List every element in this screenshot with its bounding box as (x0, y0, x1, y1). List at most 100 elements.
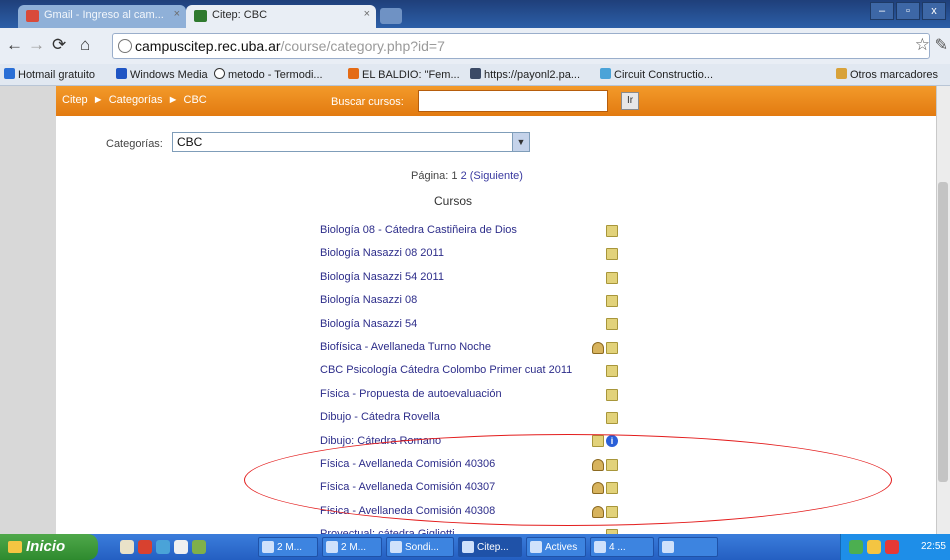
course-link[interactable]: Biología 08 - Cátedra Castiñeira de Dios (320, 224, 517, 236)
new-tab-button[interactable] (380, 8, 402, 24)
scrollbar-thumb[interactable] (938, 182, 948, 482)
reload-icon[interactable]: ⟳ (52, 35, 66, 55)
pagination: Página: 1 2 (Siguiente) (411, 170, 523, 182)
summary-icon[interactable] (606, 412, 618, 425)
globe-icon (118, 39, 132, 53)
tray-icon[interactable] (867, 540, 881, 554)
summary-icon[interactable] (606, 224, 618, 237)
windows-taskbar: Inicio 2 M... 2 M... Sondi... Citep... A… (0, 534, 950, 560)
start-label: Inicio (26, 538, 66, 555)
bookmark-item[interactable]: metodo - Termodi... (214, 68, 323, 81)
course-icons (604, 317, 618, 331)
course-link[interactable]: CBC Psicología Cátedra Colombo Primer cu… (320, 364, 572, 376)
course-search-input[interactable] (418, 90, 608, 112)
window-icon (390, 541, 402, 553)
system-tray: 22:55 (840, 534, 950, 560)
bookmark-star-icon[interactable]: ☆ (915, 35, 930, 55)
tab-gmail[interactable]: Gmail - Ingreso al cam... × (18, 5, 186, 28)
quicklaunch-icon[interactable] (120, 540, 134, 554)
other-bookmarks[interactable]: Otros marcadores (836, 68, 938, 81)
breadcrumb-separator-icon: ► (92, 94, 104, 106)
bookmark-item[interactable]: Circuit Constructio... (600, 68, 713, 81)
course-link[interactable]: Dibujo - Cátedra Rovella (320, 411, 440, 423)
site-icon (470, 68, 481, 79)
summary-icon[interactable] (606, 248, 618, 261)
close-icon[interactable]: × (364, 8, 370, 20)
start-button[interactable]: Inicio (0, 534, 98, 560)
page-current: 1 (451, 170, 458, 182)
course-link[interactable]: Física - Propuesta de autoevaluación (320, 388, 502, 400)
quicklaunch-icon[interactable] (192, 540, 206, 554)
course-icons (604, 270, 618, 284)
taskbar-item[interactable] (658, 537, 718, 557)
bookmark-item[interactable]: https://payonl2.pa... (470, 68, 580, 81)
category-label: Categorías: (106, 138, 163, 150)
taskbar-item[interactable]: 2 M... (258, 537, 318, 557)
tab-title: Citep: CBC (212, 9, 268, 21)
next-page-link[interactable]: (Siguiente) (470, 170, 523, 182)
taskbar-item[interactable]: 4 ... (590, 537, 654, 557)
course-icons (590, 340, 618, 354)
summary-icon[interactable] (606, 295, 618, 308)
course-link[interactable]: Biología Nasazzi 54 2011 (320, 271, 444, 283)
quicklaunch-icon[interactable] (174, 540, 188, 554)
summary-icon[interactable] (606, 341, 618, 354)
back-icon[interactable]: ← (6, 35, 23, 55)
course-icons (604, 410, 618, 425)
category-select[interactable]: CBC ▼ (172, 132, 530, 152)
msn-icon (4, 68, 15, 79)
annotation-ellipse (244, 434, 892, 526)
chrome-icon (462, 541, 474, 553)
breadcrumb-citep[interactable]: Citep (62, 94, 88, 106)
window-icon (262, 541, 274, 553)
scrollbar[interactable] (936, 86, 950, 534)
search-go-button[interactable]: Ir (621, 92, 639, 110)
course-link[interactable]: Biofísica - Avellaneda Turno Noche (320, 341, 491, 353)
courses-heading: Cursos (434, 194, 473, 208)
summary-icon[interactable] (606, 365, 618, 378)
browser-tab-strip: Gmail - Ingreso al cam... × Citep: CBC ×… (0, 0, 950, 28)
course-link[interactable]: Biología Nasazzi 08 (320, 294, 417, 306)
bookmark-item[interactable]: Hotmail gratuito (4, 68, 95, 81)
tray-icon[interactable] (885, 540, 899, 554)
course-link[interactable]: Biología Nasazzi 08 2011 (320, 247, 444, 259)
summary-icon[interactable] (606, 271, 618, 284)
forward-icon[interactable]: → (28, 35, 45, 55)
quicklaunch-icon[interactable] (156, 540, 170, 554)
taskbar-item[interactable]: 2 M... (322, 537, 382, 557)
maximize-button[interactable]: ▫ (896, 2, 920, 20)
summary-icon[interactable] (606, 318, 618, 331)
page-link-2[interactable]: 2 (461, 170, 467, 182)
window-icon (530, 541, 542, 553)
course-icons (604, 363, 618, 378)
guest-access-icon[interactable] (592, 341, 604, 354)
tray-icon[interactable] (849, 540, 863, 554)
chevron-down-icon[interactable]: ▼ (512, 133, 529, 151)
site-icon (600, 68, 611, 79)
citep-favicon-icon (194, 10, 207, 22)
taskbar-item[interactable]: Sondi... (386, 537, 454, 557)
site-navbar: Citep ► Categorías ► CBC Buscar cursos: … (56, 86, 936, 116)
taskbar-item-active[interactable]: Citep... (458, 537, 522, 557)
minimize-button[interactable]: – (870, 2, 894, 20)
home-icon[interactable]: ⌂ (80, 35, 90, 55)
breadcrumb-cbc: CBC (183, 94, 207, 106)
gmail-icon (26, 10, 39, 22)
course-icons (604, 223, 618, 237)
breadcrumb-categories[interactable]: Categorías (109, 94, 163, 106)
summary-icon[interactable] (606, 388, 618, 401)
window-icon (326, 541, 338, 553)
page-margin-left (0, 86, 56, 534)
course-link[interactable]: Biología Nasazzi 54 (320, 318, 417, 330)
address-bar[interactable]: campuscitep.rec.uba.ar/course/category.p… (112, 33, 930, 59)
wrench-icon[interactable]: ✎ (935, 35, 948, 55)
tab-citep[interactable]: Citep: CBC × (186, 5, 376, 28)
bookmark-item[interactable]: Windows Media (116, 68, 208, 81)
close-icon[interactable]: × (174, 8, 180, 20)
window-icon (662, 541, 674, 553)
close-window-button[interactable]: x (922, 2, 946, 20)
quicklaunch-icon[interactable] (138, 540, 152, 554)
bookmark-item[interactable]: EL BALDIO: "Fem... (348, 68, 460, 81)
search-label: Buscar cursos: (331, 96, 404, 108)
taskbar-item[interactable]: Actives (526, 537, 586, 557)
